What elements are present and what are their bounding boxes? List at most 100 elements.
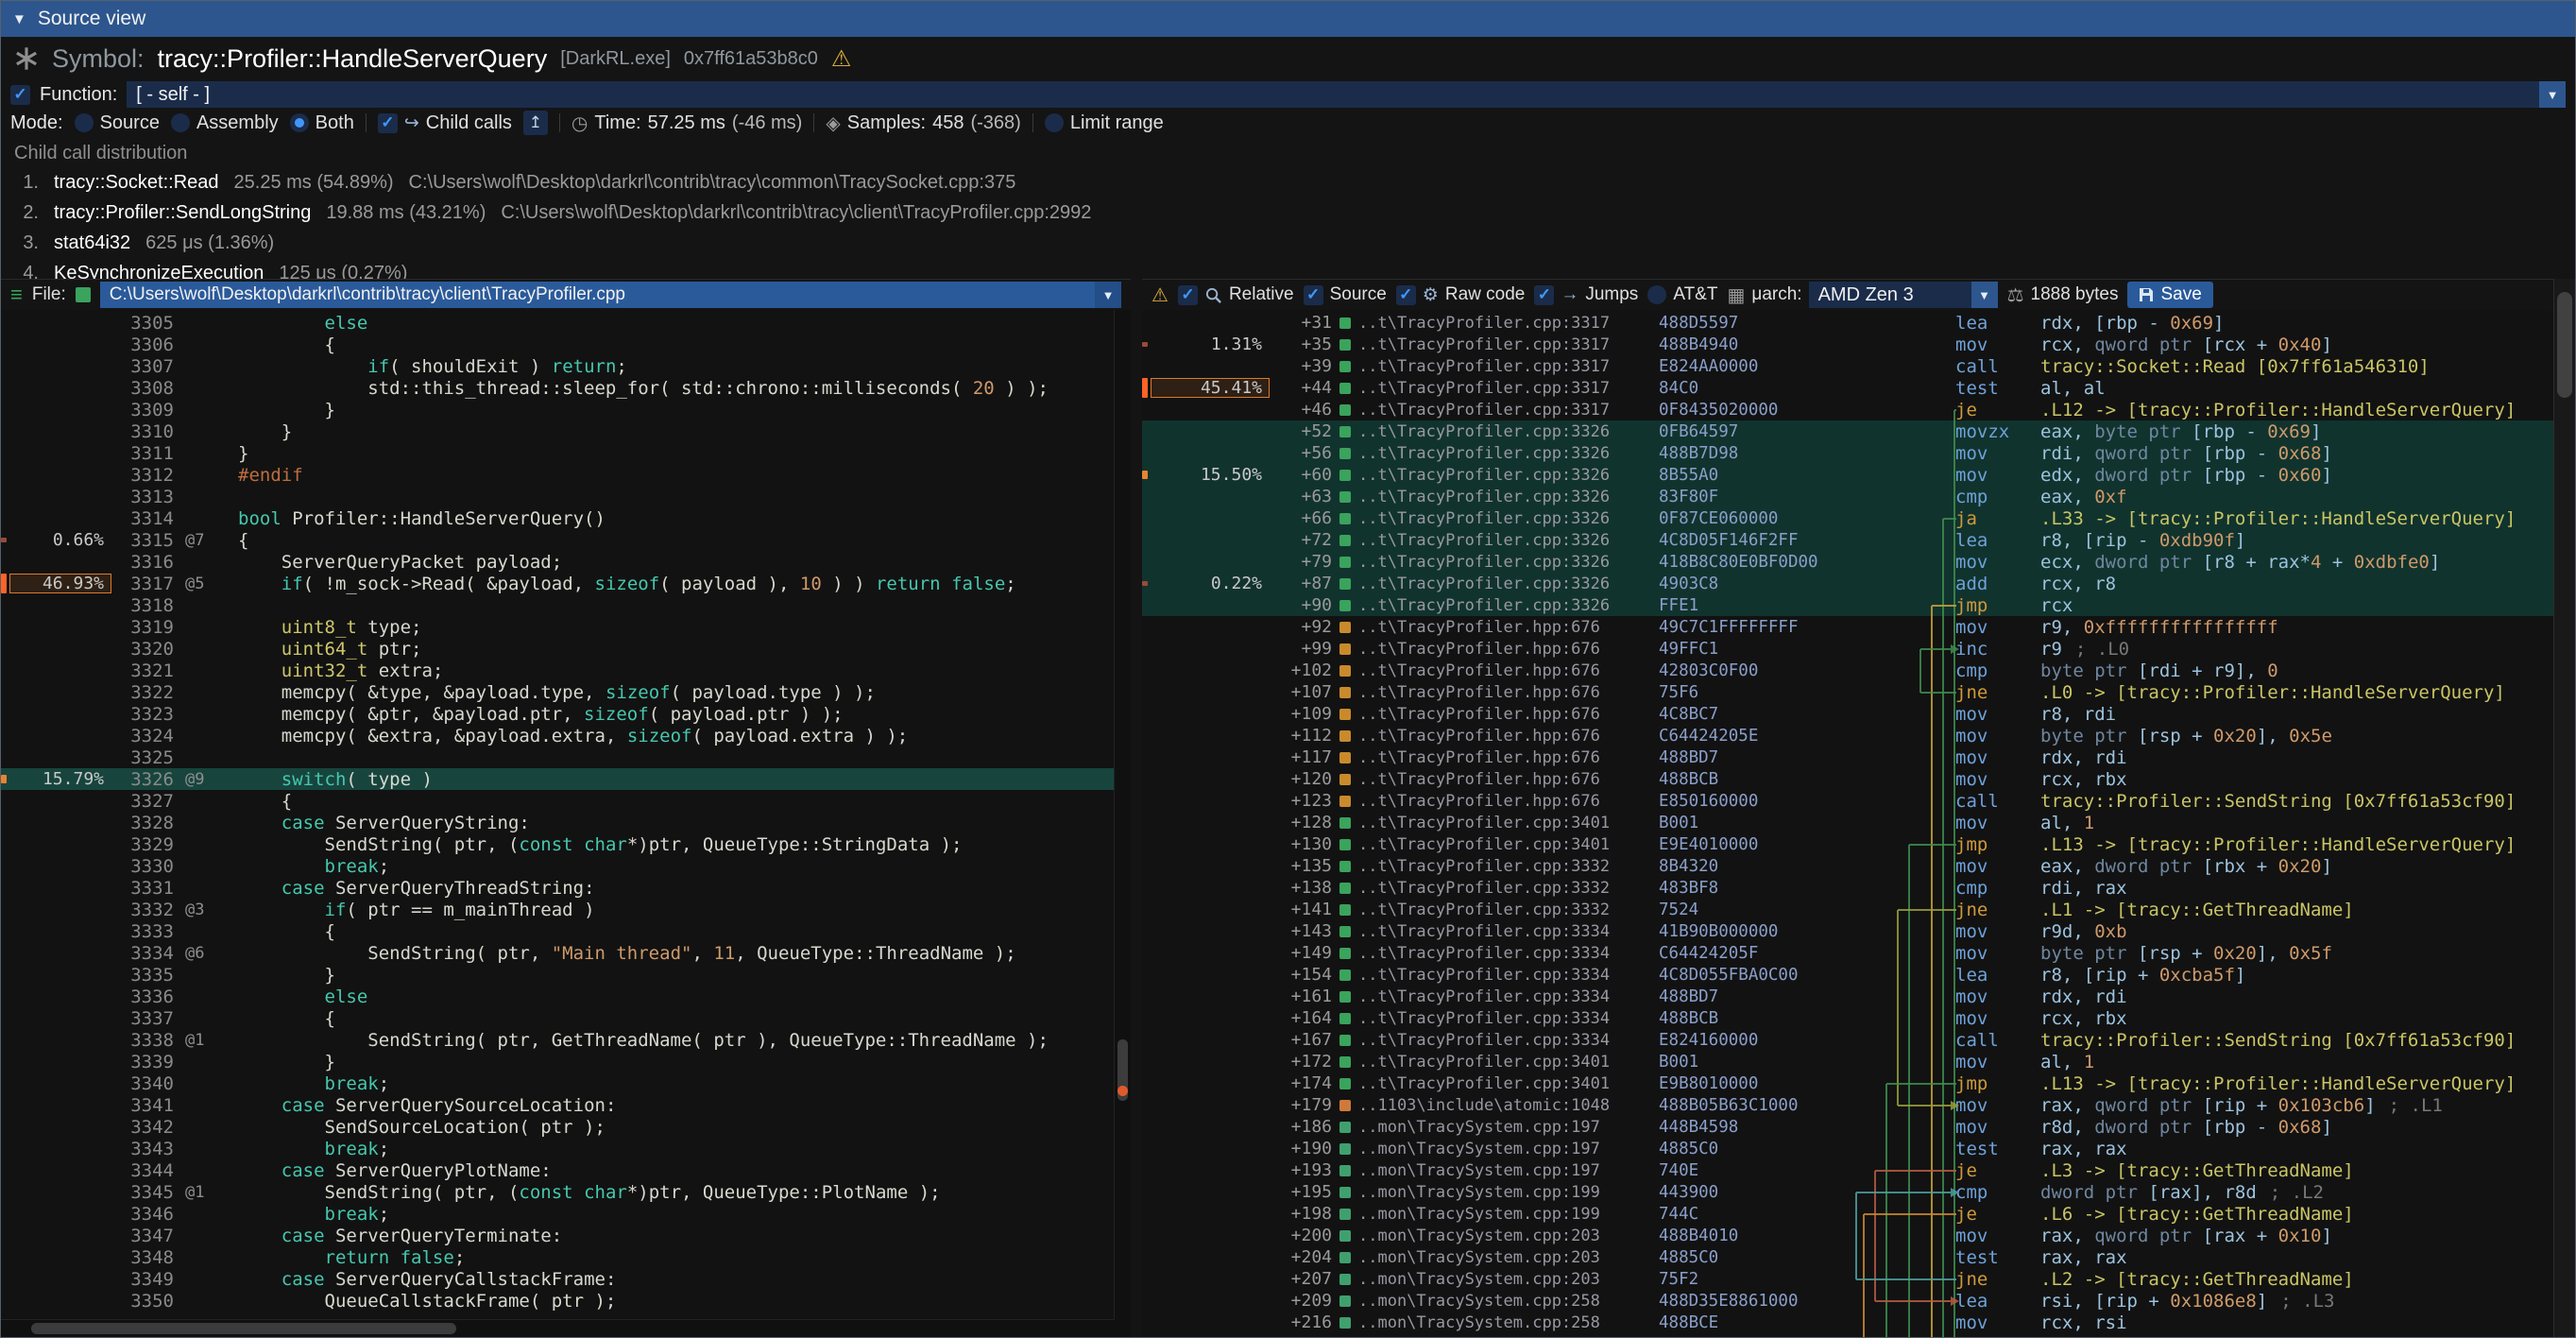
- source-checkbox[interactable]: ✓: [1304, 285, 1323, 305]
- asm-source-location[interactable]: ..t\TracyProfiler.cpp:3317: [1358, 314, 1659, 333]
- expand-samples-button[interactable]: ↥: [523, 111, 548, 135]
- radio-icon[interactable]: [171, 113, 190, 132]
- asm-source-location[interactable]: ..t\TracyProfiler.cpp:3401: [1358, 835, 1659, 854]
- asm-source-location[interactable]: ..t\TracyProfiler.hpp:676: [1358, 748, 1659, 767]
- radio-icon[interactable]: [290, 113, 309, 132]
- asm-row[interactable]: +120..t\TracyProfiler.hpp:676488BCBmovrc…: [1142, 768, 2553, 790]
- asm-row[interactable]: +186..mon\TracySystem.cpp:197448B4598mov…: [1142, 1116, 2553, 1138]
- asm-row[interactable]: +128..t\TracyProfiler.cpp:3401B001moval,…: [1142, 812, 2553, 833]
- child-call-name[interactable]: tracy::Socket::Read: [54, 172, 219, 194]
- line-number[interactable]: 3312: [111, 465, 174, 486]
- asm-source-location[interactable]: ..t\TracyProfiler.cpp:3326: [1358, 596, 1659, 615]
- asm-row[interactable]: 45.41%+44..t\TracyProfiler.cpp:331784C0t…: [1142, 377, 2553, 399]
- line-number[interactable]: 3350: [111, 1291, 174, 1312]
- asm-row[interactable]: +90..t\TracyProfiler.cpp:3326FFE1jmprcx: [1142, 594, 2553, 616]
- source-line[interactable]: 3349 case ServerQueryCallstackFrame:: [1, 1268, 1115, 1290]
- chevron-down-icon[interactable]: ▼: [2539, 81, 2566, 108]
- asm-source-location[interactable]: ..t\TracyProfiler.cpp:3326: [1358, 466, 1659, 485]
- asm-source-location[interactable]: ..mon\TracySystem.cpp:199: [1358, 1205, 1659, 1224]
- source-line[interactable]: 3341 case ServerQuerySourceLocation:: [1, 1094, 1115, 1116]
- asm-source-location[interactable]: ..t\TracyProfiler.cpp:3334: [1358, 922, 1659, 941]
- source-line[interactable]: 3321 uint32_t extra;: [1, 660, 1115, 681]
- line-number[interactable]: 3329: [111, 834, 174, 855]
- asm-row[interactable]: +117..t\TracyProfiler.hpp:676488BD7movrd…: [1142, 746, 2553, 768]
- source-line[interactable]: 3345@1 SendString( ptr, (const char*)ptr…: [1, 1181, 1115, 1203]
- source-line[interactable]: 46.93%3317@5 if( !m_sock->Read( &payload…: [1, 573, 1115, 594]
- source-line[interactable]: 3348 return false;: [1, 1246, 1115, 1268]
- att-toggle[interactable]: AT&T: [1647, 284, 1717, 305]
- line-number[interactable]: 3328: [111, 813, 174, 833]
- line-number[interactable]: 3347: [111, 1226, 174, 1246]
- asm-source-location[interactable]: ..mon\TracySystem.cpp:203: [1358, 1226, 1659, 1245]
- line-number[interactable]: 3305: [111, 313, 174, 334]
- relative-checkbox[interactable]: ✓: [1178, 285, 1198, 305]
- asm-source-location[interactable]: ..t\TracyProfiler.hpp:676: [1358, 661, 1659, 680]
- asm-source-location[interactable]: ..t\TracyProfiler.cpp:3326: [1358, 444, 1659, 463]
- source-line[interactable]: 3324 memcpy( &extra, &payload.extra, siz…: [1, 725, 1115, 746]
- source-line[interactable]: 3323 memcpy( &ptr, &payload.ptr, sizeof(…: [1, 703, 1115, 725]
- asm-source-location[interactable]: ..mon\TracySystem.cpp:197: [1358, 1140, 1659, 1158]
- pane-divider[interactable]: [1131, 279, 1142, 1337]
- function-checkbox[interactable]: ✓: [10, 85, 30, 105]
- child-call-name[interactable]: tracy::Profiler::SendLongString: [54, 202, 311, 224]
- asm-source-location[interactable]: ..mon\TracySystem.cpp:199: [1358, 1183, 1659, 1202]
- asm-row[interactable]: +63..t\TracyProfiler.cpp:332683F80Fcmpea…: [1142, 486, 2553, 507]
- line-number[interactable]: 3336: [111, 986, 174, 1007]
- line-number[interactable]: 3307: [111, 356, 174, 377]
- raw-code-toggle[interactable]: ✓ ⚙ Raw code: [1396, 284, 1526, 306]
- source-line[interactable]: 3328 case ServerQueryString:: [1, 812, 1115, 833]
- titlebar[interactable]: ▼ Source view: [1, 1, 2575, 37]
- line-number[interactable]: 3349: [111, 1269, 174, 1290]
- source-line[interactable]: 3346 break;: [1, 1203, 1115, 1225]
- asm-source-location[interactable]: ..mon\TracySystem.cpp:197: [1358, 1118, 1659, 1137]
- asm-row[interactable]: +209..mon\TracySystem.cpp:258488D35E8861…: [1142, 1290, 2553, 1312]
- asm-row[interactable]: +174..t\TracyProfiler.cpp:3401E9B8010000…: [1142, 1072, 2553, 1094]
- asm-source-location[interactable]: ..t\TracyProfiler.hpp:676: [1358, 770, 1659, 789]
- asm-source-location[interactable]: ..1103\include\atomic:1048: [1358, 1096, 1659, 1115]
- line-number[interactable]: 3343: [111, 1139, 174, 1159]
- line-number[interactable]: 3340: [111, 1073, 174, 1094]
- source-line[interactable]: 3319 uint8_t type;: [1, 616, 1115, 638]
- asm-row[interactable]: +167..t\TracyProfiler.cpp:3334E824160000…: [1142, 1029, 2553, 1051]
- asm-source-location[interactable]: ..t\TracyProfiler.cpp:3332: [1358, 879, 1659, 898]
- line-number[interactable]: 3337: [111, 1008, 174, 1029]
- asm-row[interactable]: +92..t\TracyProfiler.hpp:67649C7C1FFFFFF…: [1142, 616, 2553, 638]
- line-number[interactable]: 3330: [111, 856, 174, 877]
- asm-source-location[interactable]: ..t\TracyProfiler.cpp:3332: [1358, 857, 1659, 876]
- source-line[interactable]: 3340 break;: [1, 1072, 1115, 1094]
- line-number[interactable]: 3318: [111, 595, 174, 616]
- source-line[interactable]: 3310 }: [1, 420, 1115, 442]
- line-number[interactable]: 3319: [111, 617, 174, 638]
- asm-source-location[interactable]: ..mon\TracySystem.cpp:258: [1358, 1292, 1659, 1311]
- asm-row[interactable]: +56..t\TracyProfiler.cpp:3326488B7D98mov…: [1142, 442, 2553, 464]
- asm-source-location[interactable]: ..mon\TracySystem.cpp:197: [1358, 1161, 1659, 1180]
- source-line[interactable]: 3350 QueueCallstackFrame( ptr );: [1, 1290, 1115, 1312]
- source-line[interactable]: 3309 }: [1, 399, 1115, 420]
- line-number[interactable]: 3327: [111, 791, 174, 812]
- asm-row[interactable]: +190..mon\TracySystem.cpp:1974885C0testr…: [1142, 1138, 2553, 1159]
- source-line[interactable]: 3316 ServerQueryPacket payload;: [1, 551, 1115, 573]
- asm-row[interactable]: +141..t\TracyProfiler.cpp:33327524jne.L1…: [1142, 899, 2553, 920]
- asm-source-location[interactable]: ..t\TracyProfiler.hpp:676: [1358, 683, 1659, 702]
- child-call-item[interactable]: 2. tracy::Profiler::SendLongString 19.88…: [14, 197, 2575, 228]
- asm-row[interactable]: +52..t\TracyProfiler.cpp:33260FB64597mov…: [1142, 420, 2553, 442]
- source-line[interactable]: 3336 else: [1, 986, 1115, 1007]
- line-number[interactable]: 3338: [111, 1030, 174, 1051]
- source-line[interactable]: 3331 case ServerQueryThreadString:: [1, 877, 1115, 899]
- asm-source-location[interactable]: ..t\TracyProfiler.cpp:3317: [1358, 357, 1659, 376]
- source-horizontal-scrollbar[interactable]: [1, 1319, 1115, 1337]
- collapse-icon[interactable]: ▼: [12, 11, 26, 27]
- line-number[interactable]: 3316: [111, 552, 174, 573]
- asm-source-location[interactable]: ..t\TracyProfiler.cpp:3334: [1358, 1031, 1659, 1050]
- asm-row[interactable]: +107..t\TracyProfiler.hpp:67675F6jne.L0 …: [1142, 681, 2553, 703]
- child-call-item[interactable]: 4. KeSynchronizeExecution 125 μs (0.27%): [14, 258, 2575, 279]
- asm-row[interactable]: +195..mon\TracySystem.cpp:199443900cmpdw…: [1142, 1181, 2553, 1203]
- asm-source-location[interactable]: ..t\TracyProfiler.cpp:3332: [1358, 901, 1659, 919]
- child-call-name[interactable]: KeSynchronizeExecution: [54, 263, 264, 280]
- line-number[interactable]: 3335: [111, 965, 174, 986]
- mode-option-source[interactable]: Source: [75, 112, 160, 134]
- source-toggle[interactable]: ✓ Source: [1304, 284, 1387, 305]
- asm-row[interactable]: +66..t\TracyProfiler.cpp:33260F87CE06000…: [1142, 507, 2553, 529]
- source-line[interactable]: 3329 SendString( ptr, (const char*)ptr, …: [1, 833, 1115, 855]
- source-line[interactable]: 15.79%3326@9 switch( type ): [1, 768, 1115, 790]
